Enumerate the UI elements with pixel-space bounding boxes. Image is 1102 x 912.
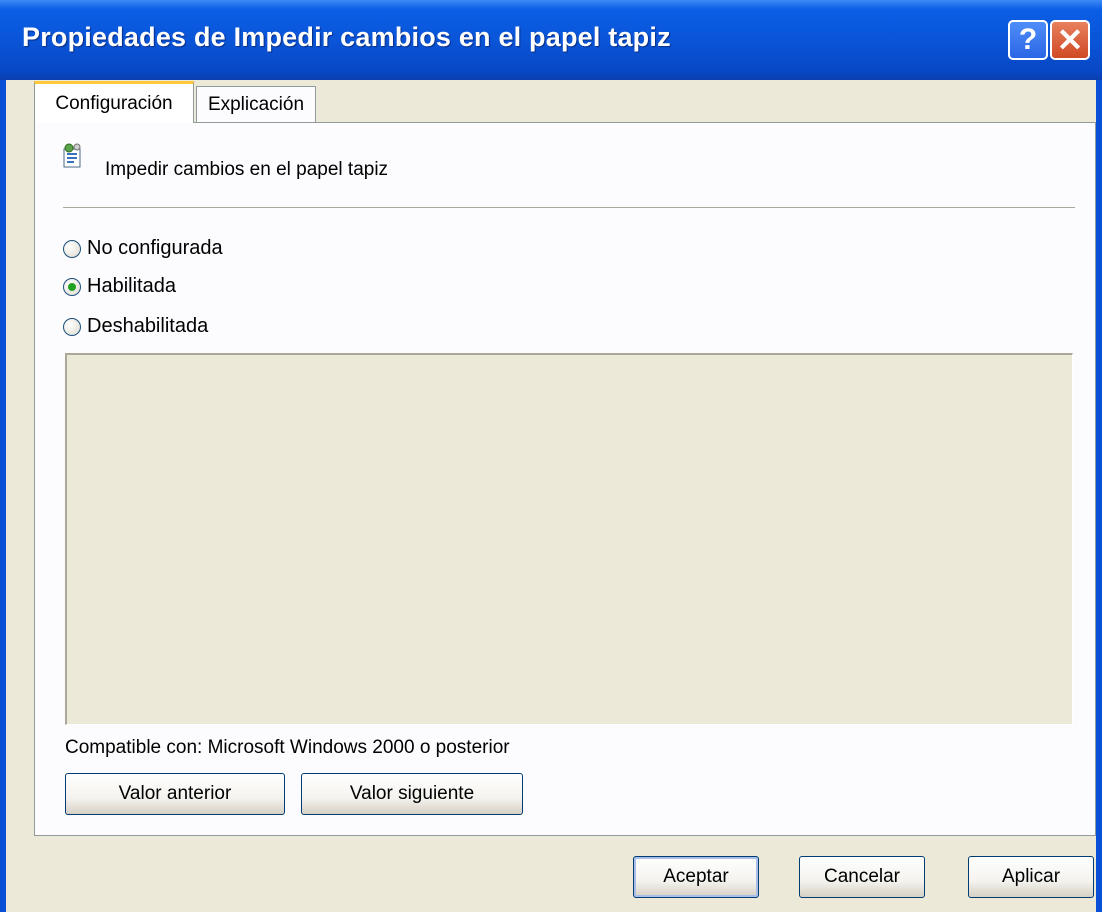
help-button[interactable]: ?	[1008, 20, 1048, 60]
policy-settings-icon	[63, 143, 81, 168]
radio-button[interactable]	[63, 317, 81, 336]
radio-button[interactable]	[63, 239, 81, 258]
help-icon: ?	[1018, 23, 1038, 56]
radio-no-configurada[interactable]: No configurada	[63, 237, 223, 260]
window-title: Propiedades de Impedir cambios en el pap…	[22, 22, 671, 52]
compatibility-text: Compatible con: Microsoft Windows 2000 o…	[65, 737, 510, 758]
previous-setting-button[interactable]: Valor anterior	[65, 773, 285, 815]
radio-label: Deshabilitada	[87, 315, 209, 337]
radio-label: No configurada	[87, 237, 223, 259]
apply-button[interactable]: Aplicar	[968, 856, 1094, 898]
radio-habilitada[interactable]: Habilitada	[63, 275, 176, 298]
ok-button[interactable]: Aceptar	[633, 856, 759, 898]
radio-deshabilitada[interactable]: Deshabilitada	[63, 315, 208, 338]
tab-configuracion[interactable]: Configuración	[34, 81, 194, 123]
tab-panel-configuracion: Impedir cambios en el papel tapiz No con…	[34, 122, 1096, 836]
radio-label: Habilitada	[87, 275, 176, 297]
cancel-button[interactable]: Cancelar	[799, 856, 925, 898]
tab-explicacion[interactable]: Explicación	[196, 86, 316, 122]
close-icon: ✕	[1056, 22, 1084, 58]
radio-button-selected[interactable]	[63, 277, 81, 296]
next-setting-button[interactable]: Valor siguiente	[301, 773, 523, 815]
dialog-window: Propiedades de Impedir cambios en el pap…	[0, 0, 1102, 912]
title-bar[interactable]: Propiedades de Impedir cambios en el pap…	[0, 0, 1102, 80]
divider	[63, 207, 1075, 208]
policy-name: Impedir cambios en el papel tapiz	[105, 159, 389, 180]
options-area	[65, 353, 1073, 725]
close-button[interactable]: ✕	[1050, 20, 1090, 60]
